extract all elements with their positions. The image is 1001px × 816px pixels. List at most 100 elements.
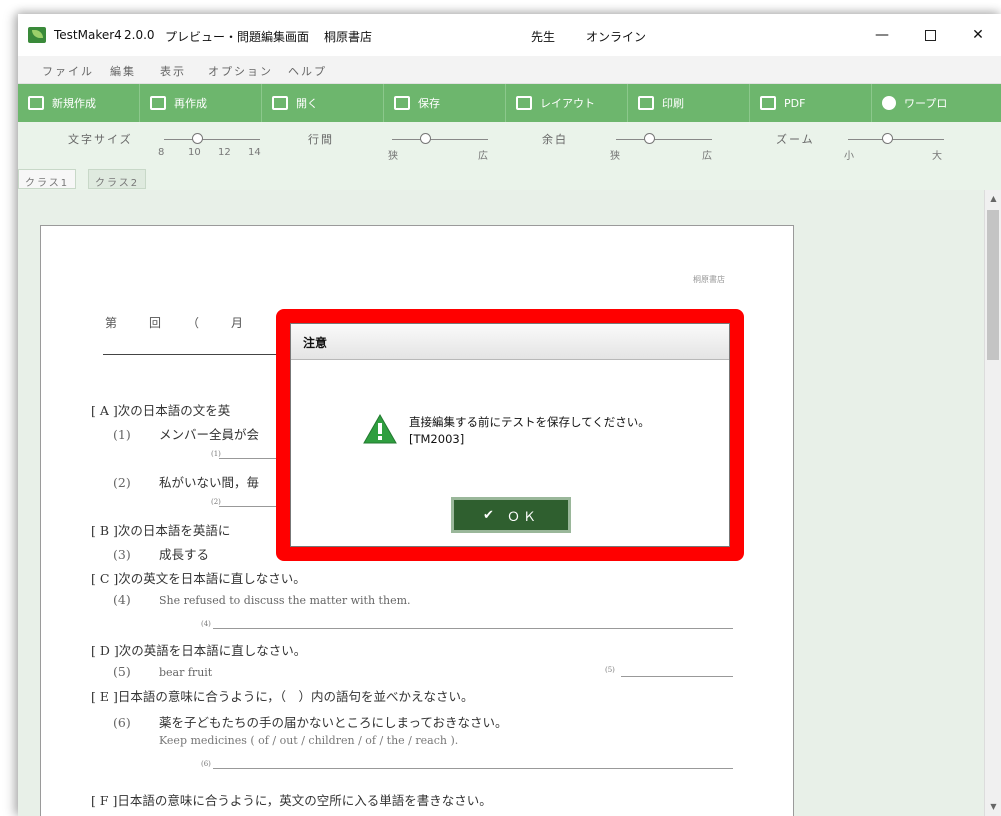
save-button[interactable]: 保存 [384, 84, 506, 122]
view-settings-bar: 文字サイズ 8 10 12 14 行間 狭 広 余白 狭 広 ズーム 小 大 [18, 122, 1001, 168]
edit-icon [28, 96, 44, 110]
zoom-slider[interactable] [848, 139, 944, 140]
close-window-button[interactable]: ✕ [956, 22, 1000, 48]
edit-icon [150, 96, 166, 110]
tab-class-1[interactable]: クラス1 [18, 169, 77, 189]
margin-max: 広 [702, 151, 712, 162]
scroll-down-icon[interactable]: ▼ [987, 800, 1000, 814]
question-number: (2) [113, 475, 131, 490]
app-name: TestMaker4 [54, 28, 122, 42]
layout-icon [516, 96, 532, 110]
question-text: bear fruit [159, 666, 213, 679]
class-tabs: クラス1 クラス2 [18, 168, 1001, 190]
paper-header: 第 回 （ 月 日 [105, 316, 298, 330]
question-number: (6) [113, 715, 131, 730]
font-size-slider[interactable] [164, 139, 260, 140]
warning-icon [363, 414, 397, 444]
line-spacing-slider[interactable] [392, 139, 488, 140]
answer-line [213, 768, 733, 769]
question-2[interactable]: (2) 私がいない間，毎 [113, 472, 259, 491]
font-size-tick: 12 [218, 147, 231, 158]
font-size-label: 文字サイズ [68, 133, 133, 146]
recreate-button[interactable]: 再作成 [140, 84, 262, 122]
vertical-scrollbar[interactable]: ▲ ▼ [984, 190, 1001, 816]
section-e[interactable]: [ E ]日本語の意味に合うように，（ ）内の語句を並べかえなさい。 [91, 686, 473, 705]
answer-number: (4) [201, 620, 211, 628]
question-5[interactable]: (5) bear fruit [113, 664, 212, 679]
answer-number: (5) [605, 666, 615, 674]
question-6[interactable]: (6) 薬を子どもたちの手の届かないところにしまっておきなさい。 [113, 712, 508, 731]
question-text: 私がいない間，毎 [159, 475, 260, 490]
zoom-slider-thumb[interactable] [882, 133, 893, 144]
close-icon: ✕ [972, 27, 984, 43]
zoom-max: 大 [932, 151, 942, 162]
margin-slider-thumb[interactable] [644, 133, 655, 144]
new-button[interactable]: 新規作成 [18, 84, 140, 122]
layout-button[interactable]: レイアウト [506, 84, 628, 122]
section-a[interactable]: [ A ]次の日本語の文を英 [91, 400, 230, 419]
dialog-title: 注意 [291, 324, 729, 360]
question-text: She refused to discuss the matter with t… [159, 594, 411, 607]
scrollbar-thumb[interactable] [987, 210, 999, 360]
section-f[interactable]: [ F ]日本語の意味に合うように，英文の空所に入る単語を書きなさい。 [91, 790, 492, 809]
question-text: 成長する [159, 547, 210, 562]
pdf-button-label: PDF [784, 96, 806, 110]
menu-file[interactable]: ファイル [42, 63, 94, 79]
menu-options[interactable]: オプション [208, 63, 273, 79]
question-6-english: Keep medicines ( of / out / children / o… [159, 734, 459, 747]
menu-bar: ファイル 編集 表示 オプション ヘルプ [18, 56, 1001, 84]
section-d[interactable]: [ D ]次の英語を日本語に直しなさい。 [91, 640, 306, 659]
screen-name: プレビュー・問題編集画面 [165, 30, 310, 44]
font-size-slider-thumb[interactable] [192, 133, 203, 144]
answer-number: (6) [201, 760, 211, 768]
paper-publisher: 桐原書店 [693, 275, 725, 284]
tab-class-2[interactable]: クラス2 [88, 169, 147, 189]
print-button-label: 印刷 [662, 97, 684, 110]
menu-help[interactable]: ヘルプ [288, 63, 327, 79]
toolbar: 新規作成 再作成 開く 保存 レイアウト 印刷 PDF ワープロ [18, 84, 1001, 122]
section-c[interactable]: [ C ]次の英文を日本語に直しなさい。 [91, 568, 306, 587]
line-spacing-label: 行間 [308, 133, 334, 146]
menu-view[interactable]: 表示 [160, 63, 186, 79]
app-version: 2.0.0 [124, 28, 155, 42]
zoom-label: ズーム [776, 133, 815, 146]
scroll-up-icon[interactable]: ▲ [987, 192, 1000, 206]
margin-min: 狭 [610, 151, 620, 162]
maximize-button[interactable] [908, 22, 952, 48]
pdf-button[interactable]: PDF [750, 84, 872, 122]
wordpro-button[interactable]: ワープロ [872, 84, 1001, 122]
connection-status: オンライン [586, 30, 647, 44]
open-button-label: 開く [296, 97, 318, 110]
margin-slider[interactable] [616, 139, 712, 140]
question-number: (1) [113, 427, 131, 442]
section-b[interactable]: [ B ]次の日本語を英語に [91, 520, 230, 539]
font-size-tick: 10 [188, 147, 201, 158]
new-button-label: 新規作成 [52, 97, 96, 110]
line-spacing-min: 狭 [388, 151, 398, 162]
ok-button[interactable]: ✔ ＯＫ [451, 497, 571, 533]
ok-button-label: ＯＫ [506, 509, 539, 525]
line-spacing-slider-thumb[interactable] [420, 133, 431, 144]
user-role: 先生 [531, 30, 556, 44]
margin-label: 余白 [542, 133, 568, 146]
layout-button-label: レイアウト [540, 97, 595, 110]
save-button-label: 保存 [418, 97, 440, 110]
folder-icon [272, 96, 288, 110]
print-button[interactable]: 印刷 [628, 84, 750, 122]
minimize-button[interactable]: — [860, 22, 904, 48]
question-1[interactable]: (1) メンバー全員が会 [113, 424, 259, 443]
warning-dialog: 注意 直接編集する前にテストを保存してください。 [TM2003] ✔ ＯＫ [290, 323, 730, 547]
font-size-tick: 14 [248, 147, 261, 158]
open-button[interactable]: 開く [262, 84, 384, 122]
dialog-message: 直接編集する前にテストを保存してください。 [409, 415, 650, 429]
minimize-icon: — [875, 27, 889, 43]
recreate-button-label: 再作成 [174, 97, 207, 110]
question-3[interactable]: (3) 成長する [113, 544, 209, 563]
menu-edit[interactable]: 編集 [110, 63, 136, 79]
maximize-icon [924, 29, 936, 41]
question-4[interactable]: (4) She refused to discuss the matter wit… [113, 592, 411, 607]
save-icon [394, 96, 410, 110]
question-text: 薬を子どもたちの手の届かないところにしまっておきなさい。 [159, 715, 508, 730]
printer-icon [638, 96, 654, 110]
title-bar: TestMaker4 2.0.0 プレビュー・問題編集画面 桐原書店 先生 オン… [18, 14, 1001, 56]
